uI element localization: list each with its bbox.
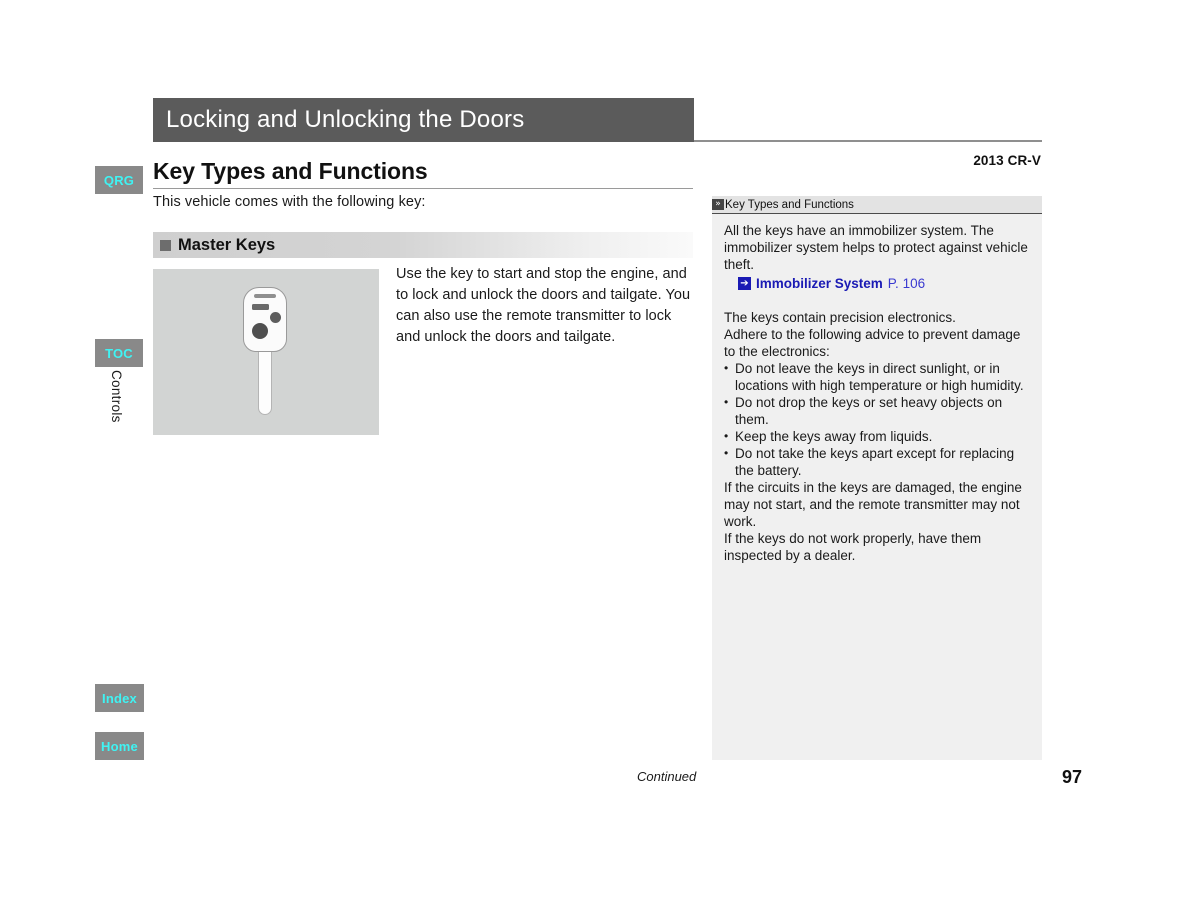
section-title: Locking and Unlocking the Doors [166, 106, 525, 133]
side-note-header-label: Key Types and Functions [725, 198, 854, 211]
side-note-paragraph-1: All the keys have an immobilizer system.… [724, 223, 1028, 272]
page-title-rule [153, 188, 693, 189]
key-blade-icon [258, 349, 272, 415]
cross-reference-page: P. 106 [887, 276, 926, 291]
side-note-panel: » Key Types and Functions All the keys h… [712, 196, 1042, 760]
list-item: Do not take the keys apart except for re… [724, 445, 1032, 479]
side-note-bullet-list: Do not leave the keys in direct sunlight… [724, 360, 1032, 479]
key-fob-slot-icon [254, 294, 276, 298]
nav-tab-qrg-label: QRG [103, 172, 135, 188]
side-note-header: » Key Types and Functions [712, 196, 1042, 214]
nav-tab-home-label: Home [101, 738, 138, 754]
side-note-paragraph-3: Adhere to the following advice to preven… [724, 327, 1021, 359]
subsection-heading-band: Master Keys [153, 232, 693, 258]
double-chevron-icon: » [712, 199, 724, 210]
list-item: Do not leave the keys in direct sunlight… [724, 360, 1032, 394]
nav-tab-toc[interactable]: TOC [95, 339, 143, 367]
page-title: Key Types and Functions [153, 158, 428, 184]
page-number: 97 [1062, 767, 1083, 787]
model-label: 2013 CR-V [973, 153, 1041, 168]
list-item: Keep the keys away from liquids. [724, 428, 1032, 445]
body-paragraph: Use the key to start and stop the engine… [396, 266, 691, 345]
continued-label: Continued [637, 769, 697, 784]
arrow-right-icon: ➔ [738, 277, 751, 290]
nav-tab-toc-label: TOC [105, 345, 133, 361]
list-item: Do not drop the keys or set heavy object… [724, 394, 1032, 428]
nav-tab-home[interactable]: Home [95, 732, 144, 760]
cross-reference-title: Immobilizer System [756, 276, 883, 291]
side-note-paragraph-2: The keys contain precision electronics. [724, 310, 956, 325]
key-fob-icon [243, 287, 287, 352]
side-note-paragraph-5: If the keys do not work properly, have t… [724, 531, 982, 563]
intro-paragraph: This vehicle comes with the following ke… [153, 194, 426, 210]
subsection-heading: Master Keys [178, 235, 276, 254]
header-rule [694, 140, 1042, 142]
key-fob-badge-icon [252, 304, 269, 310]
square-bullet-icon [160, 239, 171, 251]
side-note-paragraph-4: If the circuits in the keys are damaged,… [724, 480, 1022, 529]
nav-tab-index-label: Index [102, 690, 137, 706]
section-title-bar: Locking and Unlocking the Doors [153, 98, 694, 142]
manual-page: Locking and Unlocking the Doors 2013 CR-… [0, 0, 1200, 902]
cross-reference-link[interactable]: ➔ Immobilizer System P. 106 [738, 275, 1032, 292]
nav-tab-index[interactable]: Index [95, 684, 144, 712]
master-key-figure [153, 269, 379, 435]
nav-tab-qrg[interactable]: QRG [95, 166, 143, 194]
key-fob-unlock-button-icon [252, 323, 268, 339]
key-fob-lock-button-icon [270, 312, 281, 323]
side-note-body: All the keys have an immobilizer system.… [712, 214, 1042, 564]
vertical-section-label: Controls [109, 370, 124, 423]
